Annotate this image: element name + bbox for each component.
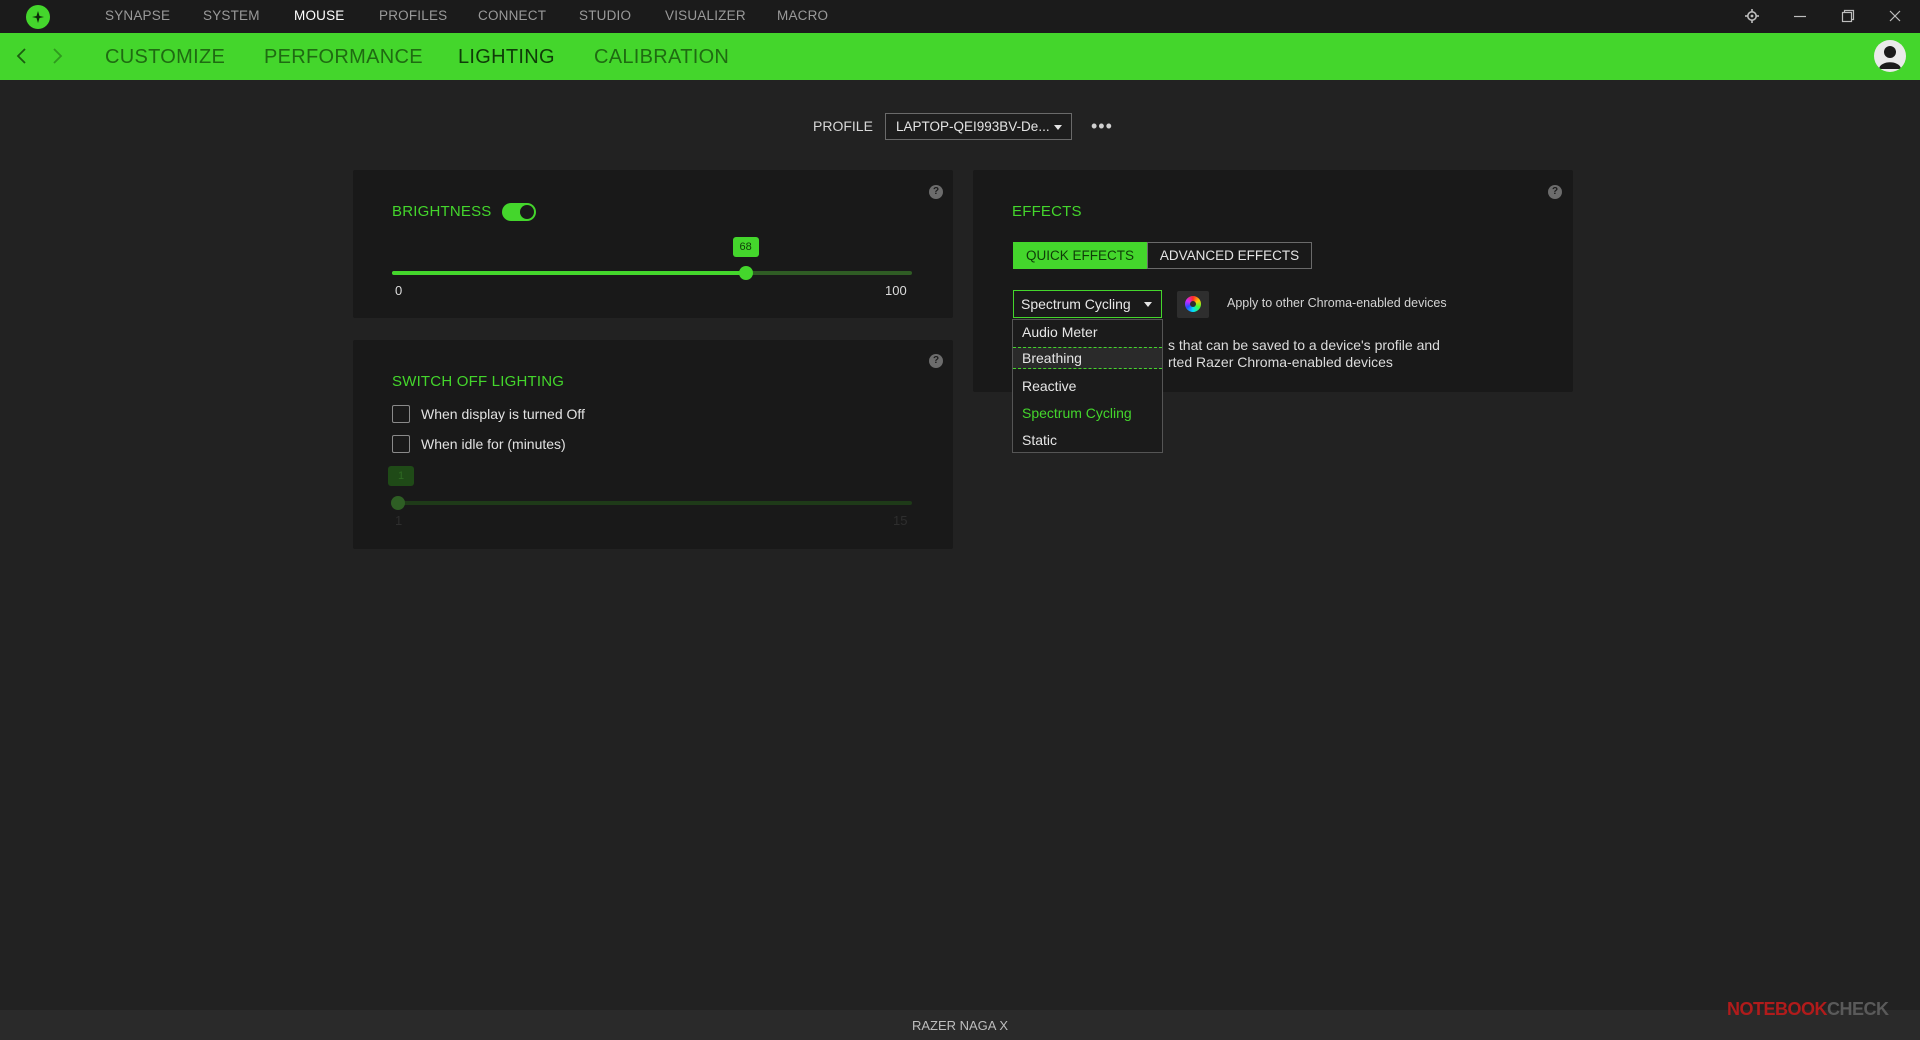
topnav-synapse[interactable]: SYNAPSE bbox=[105, 8, 170, 23]
idle-slider-thumb bbox=[391, 496, 405, 510]
minimize-icon[interactable] bbox=[1792, 8, 1808, 24]
effects-title: EFFECTS bbox=[1012, 203, 1082, 220]
profile-select-value: LAPTOP-QEI993BV-De... bbox=[896, 119, 1050, 134]
idle-max-label: 15 bbox=[893, 513, 908, 528]
idle-slider-track bbox=[392, 501, 912, 505]
profile-label: PROFILE bbox=[813, 118, 873, 134]
idle-value-bubble: 1 bbox=[388, 466, 414, 486]
device-name: RAZER NAGA X bbox=[911, 1018, 1009, 1033]
brightness-toggle[interactable] bbox=[502, 203, 536, 221]
brightness-slider-fill bbox=[392, 271, 746, 275]
display-off-label: When display is turned Off bbox=[421, 406, 585, 422]
topnav-macro[interactable]: MACRO bbox=[777, 8, 828, 23]
color-wheel-icon bbox=[1185, 296, 1201, 312]
back-arrow-icon[interactable] bbox=[12, 45, 32, 67]
quick-effects-tab[interactable]: QUICK EFFECTS bbox=[1013, 242, 1147, 269]
forward-arrow-icon[interactable] bbox=[47, 45, 67, 67]
idle-checkbox[interactable] bbox=[392, 435, 410, 453]
user-avatar-icon[interactable] bbox=[1874, 40, 1906, 72]
idle-min-label: 1 bbox=[395, 513, 403, 528]
brightness-title: BRIGHTNESS bbox=[392, 203, 492, 220]
chroma-apply-button[interactable] bbox=[1177, 291, 1209, 318]
profile-select[interactable]: LAPTOP-QEI993BV-De... bbox=[885, 113, 1072, 140]
brightness-max-label: 100 bbox=[885, 283, 907, 298]
dropdown-item-audio-meter[interactable]: Audio Meter bbox=[1013, 321, 1162, 343]
sub-nav-bar: CUSTOMIZE PERFORMANCE LIGHTING CALIBRATI… bbox=[0, 33, 1920, 80]
close-icon[interactable] bbox=[1887, 8, 1903, 24]
topnav-connect[interactable]: CONNECT bbox=[478, 8, 546, 23]
brightness-panel: ? BRIGHTNESS 68 0 100 bbox=[353, 170, 953, 318]
chevron-down-icon bbox=[1054, 125, 1062, 130]
brightness-slider-thumb[interactable] bbox=[738, 266, 753, 280]
tab-calibration[interactable]: CALIBRATION bbox=[594, 46, 729, 69]
tab-lighting[interactable]: LIGHTING bbox=[458, 46, 555, 69]
dropdown-item-spectrum-cycling[interactable]: Spectrum Cycling bbox=[1013, 402, 1162, 424]
restore-icon[interactable] bbox=[1840, 8, 1856, 24]
topnav-system[interactable]: SYSTEM bbox=[203, 8, 260, 23]
effects-description-line1: s that can be saved to a device's profil… bbox=[1168, 337, 1440, 353]
display-off-checkbox[interactable] bbox=[392, 405, 410, 423]
effect-dropdown-menu: Audio Meter Breathing Reactive Spectrum … bbox=[1012, 319, 1163, 453]
effect-select-value: Spectrum Cycling bbox=[1021, 296, 1131, 312]
topnav-visualizer[interactable]: VISUALIZER bbox=[665, 8, 746, 23]
help-icon[interactable]: ? bbox=[1548, 185, 1562, 199]
effects-description-line2: rted Razer Chroma-enabled devices bbox=[1168, 354, 1393, 370]
topnav-studio[interactable]: STUDIO bbox=[579, 8, 631, 23]
effect-select[interactable]: Spectrum Cycling bbox=[1013, 290, 1162, 318]
chevron-down-icon bbox=[1144, 302, 1152, 307]
razer-logo-icon bbox=[26, 5, 50, 29]
topnav-profiles[interactable]: PROFILES bbox=[379, 8, 447, 23]
settings-gear-icon[interactable] bbox=[1744, 8, 1760, 24]
title-bar: SYNAPSE SYSTEM MOUSE PROFILES CONNECT ST… bbox=[0, 0, 1920, 33]
switch-off-lighting-panel: ? SWITCH OFF LIGHTING When display is tu… bbox=[353, 340, 953, 549]
toggle-knob bbox=[520, 205, 534, 219]
advanced-effects-tab[interactable]: ADVANCED EFFECTS bbox=[1147, 242, 1312, 269]
brightness-value-bubble: 68 bbox=[732, 237, 759, 257]
notebookcheck-watermark: NOTEBOOKCHECK bbox=[1727, 999, 1889, 1019]
more-options-icon[interactable]: ••• bbox=[1091, 116, 1113, 137]
tab-performance[interactable]: PERFORMANCE bbox=[264, 46, 423, 69]
idle-label: When idle for (minutes) bbox=[421, 436, 566, 452]
tab-customize[interactable]: CUSTOMIZE bbox=[105, 46, 225, 69]
topnav-mouse[interactable]: MOUSE bbox=[294, 8, 345, 23]
dropdown-item-reactive[interactable]: Reactive bbox=[1013, 375, 1162, 397]
apply-label: Apply to other Chroma-enabled devices bbox=[1227, 296, 1447, 310]
dropdown-item-static[interactable]: Static bbox=[1013, 429, 1162, 451]
footer-bar: RAZER NAGA X bbox=[0, 1010, 1920, 1040]
brightness-min-label: 0 bbox=[395, 283, 403, 298]
dropdown-item-breathing[interactable]: Breathing bbox=[1013, 347, 1162, 369]
help-icon[interactable]: ? bbox=[929, 354, 943, 368]
switch-off-title: SWITCH OFF LIGHTING bbox=[392, 373, 565, 390]
help-icon[interactable]: ? bbox=[929, 185, 943, 199]
